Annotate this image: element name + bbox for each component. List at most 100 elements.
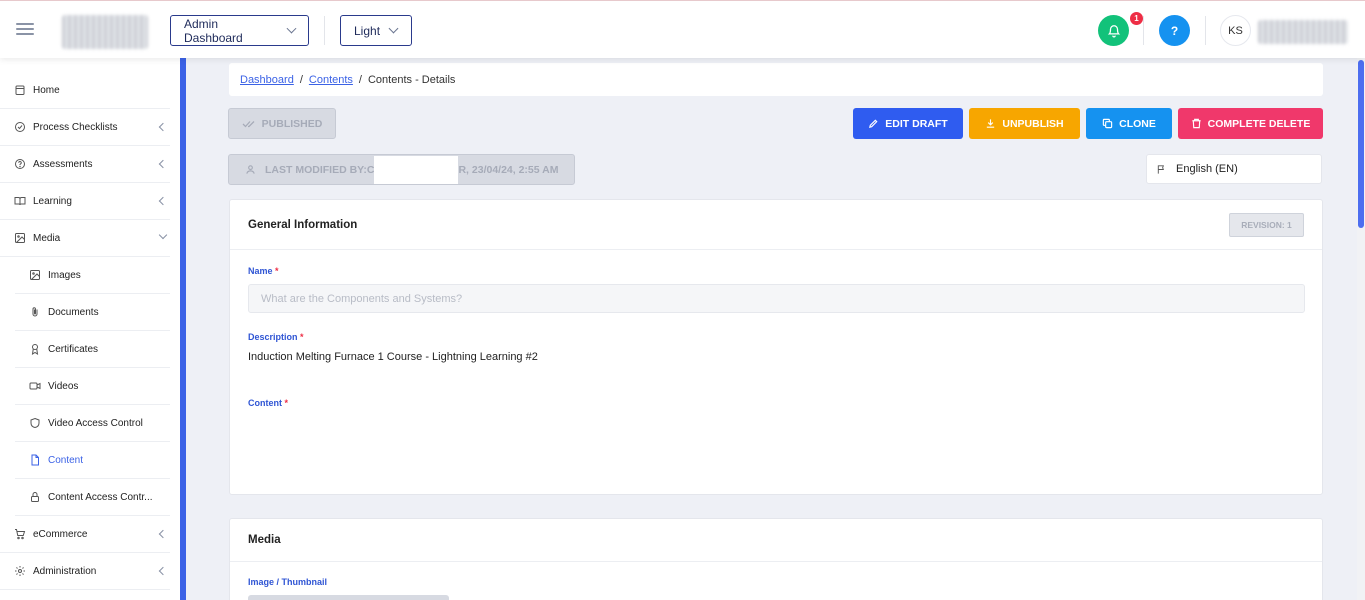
content-label-text: Content	[248, 398, 282, 408]
sidebar-item-label: Video Access Control	[48, 417, 143, 429]
top-bar: Admin Dashboard Light 1 ? KS	[0, 0, 1365, 58]
sidebar-item-label: Certificates	[48, 343, 99, 355]
name-label-text: Name	[248, 266, 273, 276]
bell-icon	[1107, 24, 1120, 37]
sidebar-item-assessments[interactable]: Assessments	[0, 146, 170, 183]
clone-button[interactable]: CLONE	[1086, 108, 1172, 139]
content-label: Content *	[248, 398, 288, 408]
pencil-icon	[869, 119, 878, 128]
published-label: PUBLISHED	[261, 117, 323, 130]
user-name[interactable]	[1258, 20, 1348, 44]
card-title: General Information	[248, 218, 358, 231]
sidebar-item-label: Images	[48, 269, 81, 281]
scrollbar-thumb[interactable]	[1358, 60, 1364, 228]
theme-select-label: Light	[354, 23, 381, 38]
sidebar-item-ecommerce[interactable]: eCommerce	[0, 516, 170, 553]
sidebar-item-label: Content	[48, 454, 84, 466]
file-icon	[28, 454, 41, 467]
book-icon	[13, 195, 26, 208]
chevron-left-icon	[158, 196, 168, 206]
check-circle-icon	[13, 121, 26, 134]
avatar[interactable]: KS	[1220, 15, 1251, 46]
breadcrumb: Dashboard / Contents / Contents - Detail…	[229, 63, 1323, 96]
last-modified-suffix: R, 23/04/24, 2:55 AM	[458, 163, 559, 176]
chevron-left-icon	[158, 159, 168, 169]
notifications-button[interactable]	[1098, 15, 1129, 46]
image-icon	[13, 232, 26, 245]
name-input-value: What are the Components and Systems?	[261, 292, 463, 305]
edit-draft-label: EDIT DRAFT	[885, 117, 948, 130]
chevron-down-icon	[286, 23, 297, 34]
sidebar-item-label: Administration	[33, 565, 97, 577]
cart-icon	[13, 528, 26, 541]
double-check-icon	[242, 120, 255, 127]
breadcrumb-dashboard-link[interactable]: Dashboard	[240, 74, 294, 86]
breadcrumb-contents-link[interactable]: Contents	[309, 74, 353, 86]
sidebar-item-label: Home	[33, 84, 60, 96]
trash-icon	[1192, 118, 1201, 129]
breadcrumb-separator: /	[299, 73, 303, 86]
chevron-down-icon	[388, 23, 399, 34]
language-label: English (EN)	[1176, 163, 1238, 175]
chevron-left-icon	[158, 122, 168, 132]
image-icon	[28, 269, 41, 282]
menu-icon[interactable]	[16, 23, 34, 37]
sidebar-item-label: eCommerce	[33, 528, 88, 540]
sidebar-subitem-videos[interactable]: Videos	[15, 368, 170, 405]
chevron-down-icon	[158, 230, 168, 240]
description-label: Description *	[248, 332, 304, 342]
card-header: Media	[230, 519, 1322, 562]
revision-badge: REVISION: 1	[1229, 213, 1304, 237]
theme-select[interactable]: Light	[340, 15, 412, 46]
sidebar-item-administration[interactable]: Administration	[0, 553, 170, 590]
complete-delete-label: COMPLETE DELETE	[1207, 117, 1311, 130]
sidebar-item-label: Videos	[48, 380, 79, 392]
logo	[62, 15, 148, 49]
sidebar-item-media[interactable]: Media	[0, 220, 170, 257]
lock-icon	[28, 491, 41, 504]
card-title: Media	[248, 534, 281, 546]
dashboard-select-label: Admin Dashboard	[184, 16, 243, 45]
sidebar-item-label: Documents	[48, 306, 99, 318]
sidebar-subitem-documents[interactable]: Documents	[15, 294, 170, 331]
sidebar-subitem-content[interactable]: Content	[15, 442, 170, 479]
name-input[interactable]: What are the Components and Systems?	[248, 284, 1305, 313]
description-value[interactable]: Induction Melting Furnace 1 Course - Lig…	[248, 351, 538, 363]
thumbnail-upload[interactable]	[248, 595, 449, 600]
general-information-card: General Information REVISION: 1 Name * W…	[229, 199, 1323, 495]
sidebar-subitem-certificates[interactable]: Certificates	[15, 331, 170, 368]
sidebar-item-process-checklists[interactable]: Process Checklists	[0, 109, 170, 146]
sidebar-item-home[interactable]: Home	[0, 72, 170, 109]
redacted-name	[374, 155, 459, 184]
dashboard-select[interactable]: Admin Dashboard	[170, 15, 309, 46]
copy-icon	[1102, 118, 1113, 129]
sidebar-subitem-video-access-control[interactable]: Video Access Control	[15, 405, 170, 442]
clone-label: CLONE	[1119, 117, 1156, 130]
sidebar-item-label: Assessments	[33, 158, 93, 170]
question-circle-icon	[13, 158, 26, 171]
notification-badge: 1	[1130, 12, 1143, 25]
video-icon	[28, 380, 41, 393]
help-button[interactable]: ?	[1159, 15, 1190, 46]
help-icon: ?	[1170, 23, 1179, 38]
sidebar-subitem-images[interactable]: Images	[15, 257, 170, 294]
unpublish-label: UNPUBLISH	[1002, 117, 1064, 130]
breadcrumb-current: Contents - Details	[367, 73, 456, 86]
unpublish-button[interactable]: UNPUBLISH	[969, 108, 1080, 139]
shield-icon	[28, 417, 41, 430]
required-mark: *	[275, 266, 279, 276]
edit-draft-button[interactable]: EDIT DRAFT	[853, 108, 963, 139]
complete-delete-button[interactable]: COMPLETE DELETE	[1178, 108, 1323, 139]
language-select[interactable]: English (EN)	[1146, 154, 1322, 184]
sidebar-item-label: Media	[33, 232, 61, 244]
sidebar-item-label: Content Access Contr...	[48, 491, 153, 503]
sidebar-subitem-content-access-control[interactable]: Content Access Contr...	[15, 479, 170, 516]
card-header: General Information REVISION: 1	[230, 200, 1322, 250]
download-icon	[987, 119, 995, 128]
flag-icon	[1157, 164, 1164, 174]
award-icon	[28, 343, 41, 356]
sidebar-item-learning[interactable]: Learning	[0, 183, 170, 220]
published-button[interactable]: PUBLISHED	[228, 108, 336, 139]
chevron-left-icon	[158, 529, 168, 539]
user-icon	[246, 165, 255, 174]
